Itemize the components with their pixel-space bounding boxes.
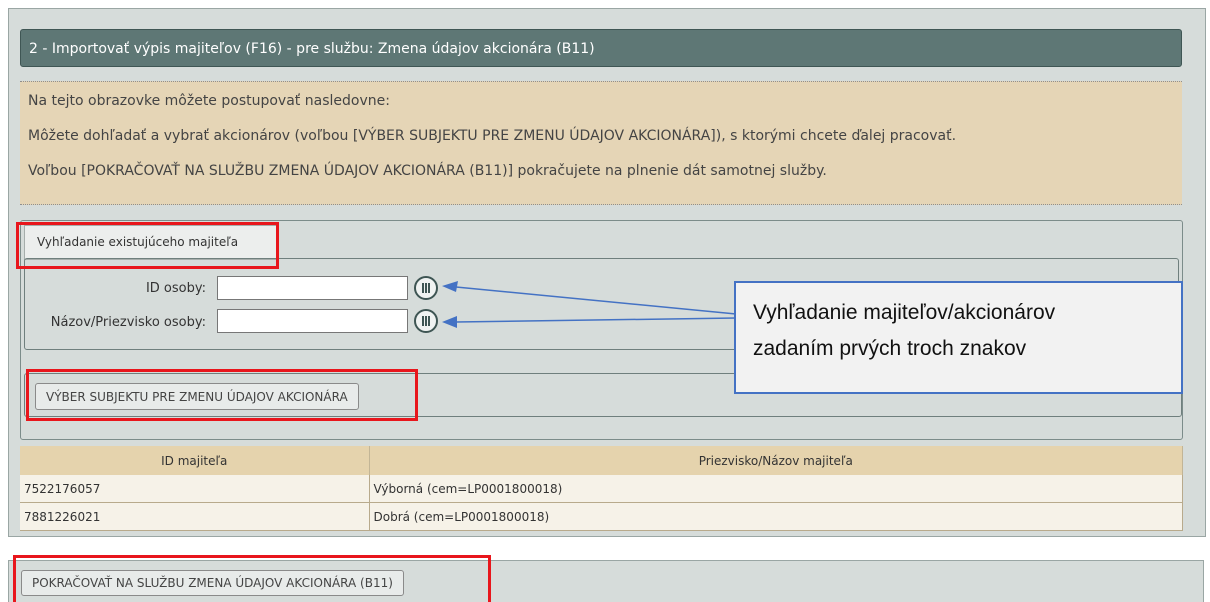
annotation-callout: Vyhľadanie majiteľov/akcionárov zadaním … — [734, 281, 1183, 394]
arrow-line-1 — [455, 286, 737, 315]
arrow-head-1 — [442, 281, 458, 292]
arrow-line-2 — [455, 317, 737, 323]
callout-line-2: zadaním prvých troch znakov — [753, 337, 1027, 360]
arrow-head-2 — [442, 316, 457, 328]
callout-line-1: Vyhľadanie majiteľov/akcionárov — [753, 301, 1056, 324]
